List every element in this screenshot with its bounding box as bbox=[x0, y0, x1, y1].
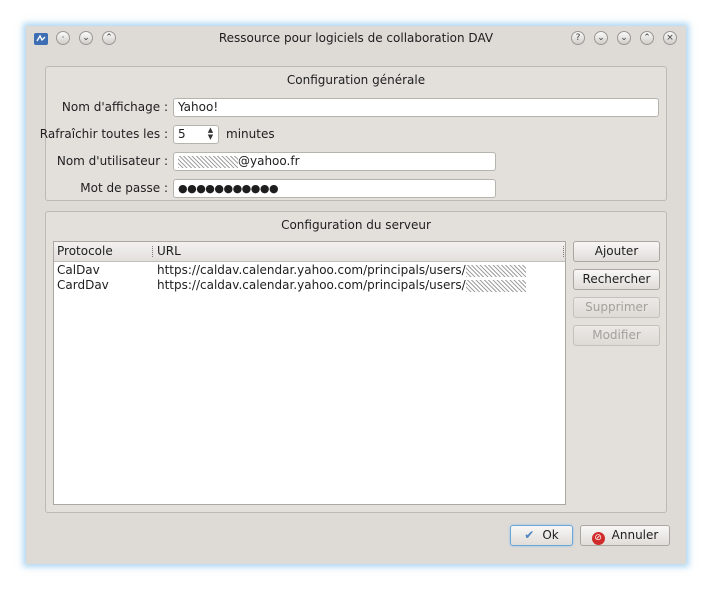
title-bar[interactable]: · ⌄ ⌃ Ressource pour logiciels de collab… bbox=[26, 26, 686, 52]
ok-button[interactable]: ✔ Ok bbox=[510, 525, 573, 546]
column-separator[interactable] bbox=[563, 246, 564, 257]
url-cell: https://caldav.calendar.yahoo.com/princi… bbox=[157, 263, 526, 277]
shade-icon[interactable]: ⌄ bbox=[594, 31, 608, 45]
password-input[interactable]: ●●●●●●●●●●● bbox=[173, 179, 496, 198]
checkmark-icon: ✔ bbox=[524, 528, 535, 542]
add-button[interactable]: Ajouter bbox=[573, 241, 660, 262]
app-icon bbox=[34, 33, 48, 45]
column-header-url[interactable]: URL bbox=[157, 244, 181, 258]
username-label: Nom d'utilisateur : bbox=[56, 154, 168, 168]
url-text: https://caldav.calendar.yahoo.com/princi… bbox=[157, 278, 466, 292]
server-config-title: Configuration du serveur bbox=[281, 218, 431, 232]
table-header: Protocole URL bbox=[54, 242, 565, 262]
cancel-icon: ⊘ bbox=[591, 532, 605, 545]
table-row[interactable]: CardDav https://caldav.calendar.yahoo.co… bbox=[54, 278, 565, 293]
redacted-user-id bbox=[465, 279, 526, 292]
general-config-title: Configuration générale bbox=[286, 73, 426, 87]
close-icon[interactable]: × bbox=[663, 31, 677, 45]
protocol-cell: CardDav bbox=[57, 278, 109, 292]
refresh-interval-label: Rafraîchir toutes les : bbox=[39, 127, 168, 141]
minimize-icon[interactable]: ⌄ bbox=[617, 31, 631, 45]
ok-button-label: Ok bbox=[542, 528, 559, 542]
maximize-icon[interactable]: ⌃ bbox=[640, 31, 654, 45]
username-domain: @yahoo.fr bbox=[238, 154, 300, 168]
display-name-label: Nom d'affichage : bbox=[61, 100, 168, 114]
keep-below-icon[interactable]: ⌄ bbox=[79, 31, 93, 45]
add-button-label: Ajouter bbox=[594, 244, 639, 258]
help-icon[interactable]: ? bbox=[571, 31, 585, 45]
refresh-unit-label: minutes bbox=[226, 127, 275, 141]
column-header-protocol[interactable]: Protocole bbox=[57, 244, 113, 258]
keep-above-icon[interactable]: ⌃ bbox=[102, 31, 116, 45]
general-config-group: Configuration générale Nom d'affichage :… bbox=[40, 66, 667, 201]
refresh-interval-value: 5 bbox=[178, 127, 186, 141]
cancel-button-label: Annuler bbox=[611, 528, 659, 542]
display-name-input[interactable]: Yahoo! bbox=[173, 98, 659, 117]
url-cell: https://caldav.calendar.yahoo.com/princi… bbox=[157, 278, 526, 292]
window-menu-icon[interactable]: · bbox=[56, 31, 70, 45]
spin-arrows-icon[interactable]: ▲ ▼ bbox=[206, 127, 215, 141]
refresh-interval-spinbox[interactable]: 5 ▲ ▼ bbox=[173, 125, 219, 144]
redacted-username bbox=[178, 155, 238, 168]
password-label: Mot de passe : bbox=[80, 181, 168, 195]
protocol-cell: CalDav bbox=[57, 263, 100, 277]
redacted-user-id bbox=[465, 264, 526, 277]
column-separator[interactable] bbox=[152, 246, 153, 257]
window-title: Ressource pour logiciels de collaboratio… bbox=[218, 31, 494, 45]
table-row[interactable]: CalDav https://caldav.calendar.yahoo.com… bbox=[54, 263, 565, 278]
modify-button[interactable]: Modifier bbox=[573, 325, 660, 346]
url-text: https://caldav.calendar.yahoo.com/princi… bbox=[157, 263, 466, 277]
cancel-button[interactable]: ⊘ Annuler bbox=[580, 525, 670, 546]
search-button[interactable]: Rechercher bbox=[573, 269, 660, 290]
dialog-window: · ⌄ ⌃ Ressource pour logiciels de collab… bbox=[26, 26, 686, 564]
modify-button-label: Modifier bbox=[592, 328, 641, 342]
username-input[interactable]: @yahoo.fr bbox=[173, 152, 496, 171]
server-table[interactable]: Protocole URL CalDav https://caldav.cale… bbox=[53, 241, 566, 505]
delete-button-label: Supprimer bbox=[585, 300, 648, 314]
delete-button[interactable]: Supprimer bbox=[573, 297, 660, 318]
search-button-label: Rechercher bbox=[582, 272, 651, 286]
